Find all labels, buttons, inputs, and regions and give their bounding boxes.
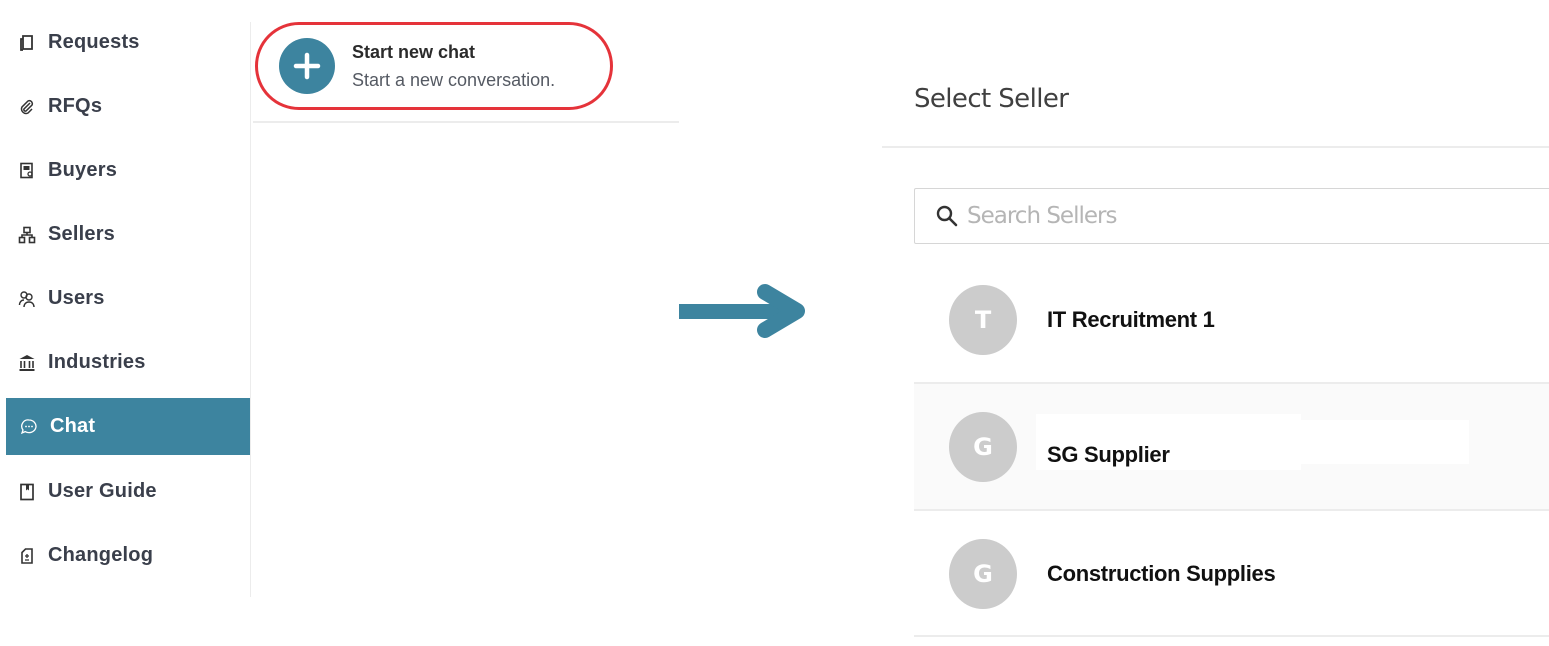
sidebar-item-users[interactable]: Users [6, 270, 251, 327]
chat-panel-divider [253, 121, 679, 123]
sidebar-item-rfqs[interactable]: RFQs [6, 78, 251, 135]
sidebar-nav: Requests RFQs Buyers Sellers Users Indus… [0, 0, 251, 600]
seller-name: IT Recruitment 1 [1047, 307, 1215, 332]
sidebar-item-chat[interactable]: Chat [6, 398, 251, 455]
arrow-right-icon [679, 284, 805, 338]
seller-name: SG Supplier [1047, 442, 1170, 467]
search-sellers-input[interactable] [967, 203, 1527, 229]
sidebar-item-label: RFQs [48, 95, 103, 117]
start-chat-title: Start new chat [352, 42, 476, 62]
sidebar-item-changelog[interactable]: Changelog [6, 527, 251, 584]
changelog-file-icon [18, 547, 36, 565]
users-add-icon [18, 290, 36, 308]
chat-bubble-icon [20, 418, 38, 436]
sidebar-item-sellers[interactable]: Sellers [6, 206, 251, 263]
sidebar-item-label: Changelog [48, 544, 154, 566]
search-icon [935, 204, 959, 228]
select-seller-title: Select Seller [914, 84, 1069, 114]
document-copy-icon [18, 34, 36, 52]
seller-list-item[interactable]: G Construction Supplies [914, 511, 1549, 637]
sidebar-item-buyers[interactable]: Buyers [6, 142, 251, 199]
avatar: G [949, 539, 1017, 609]
sidebar-item-label: Industries [48, 351, 146, 373]
seller-list-item[interactable]: T IT Recruitment 1 [914, 257, 1549, 383]
start-new-chat-button[interactable]: Start new chat Start a new conversation. [255, 22, 613, 110]
start-chat-subtitle: Start a new conversation. [352, 70, 556, 90]
plus-icon [279, 38, 335, 94]
bank-icon [18, 354, 36, 372]
sidebar-item-label: Chat [50, 415, 96, 437]
paperclip-icon [18, 98, 36, 116]
seller-name: Construction Supplies [1047, 561, 1276, 586]
sidebar-item-user-guide[interactable]: User Guide [6, 463, 251, 520]
redaction-box [1301, 420, 1469, 464]
sidebar-item-label: User Guide [48, 480, 157, 502]
seller-list-item[interactable]: G SG Supplier [914, 384, 1549, 510]
sidebar-item-label: Sellers [48, 223, 116, 245]
seller-header-divider [882, 146, 1549, 148]
org-chart-icon [18, 226, 36, 244]
sidebar-item-industries[interactable]: Industries [6, 334, 251, 391]
avatar: T [949, 285, 1017, 355]
id-badge-icon [18, 162, 36, 180]
sidebar-item-label: Buyers [48, 159, 118, 181]
row-divider [914, 635, 1549, 637]
sidebar-item-label: Users [48, 287, 105, 309]
sidebar-item-requests[interactable]: Requests [6, 14, 251, 71]
book-icon [18, 483, 36, 501]
search-sellers-field[interactable] [914, 188, 1549, 244]
sidebar-item-label: Requests [48, 31, 140, 53]
avatar: G [949, 412, 1017, 482]
